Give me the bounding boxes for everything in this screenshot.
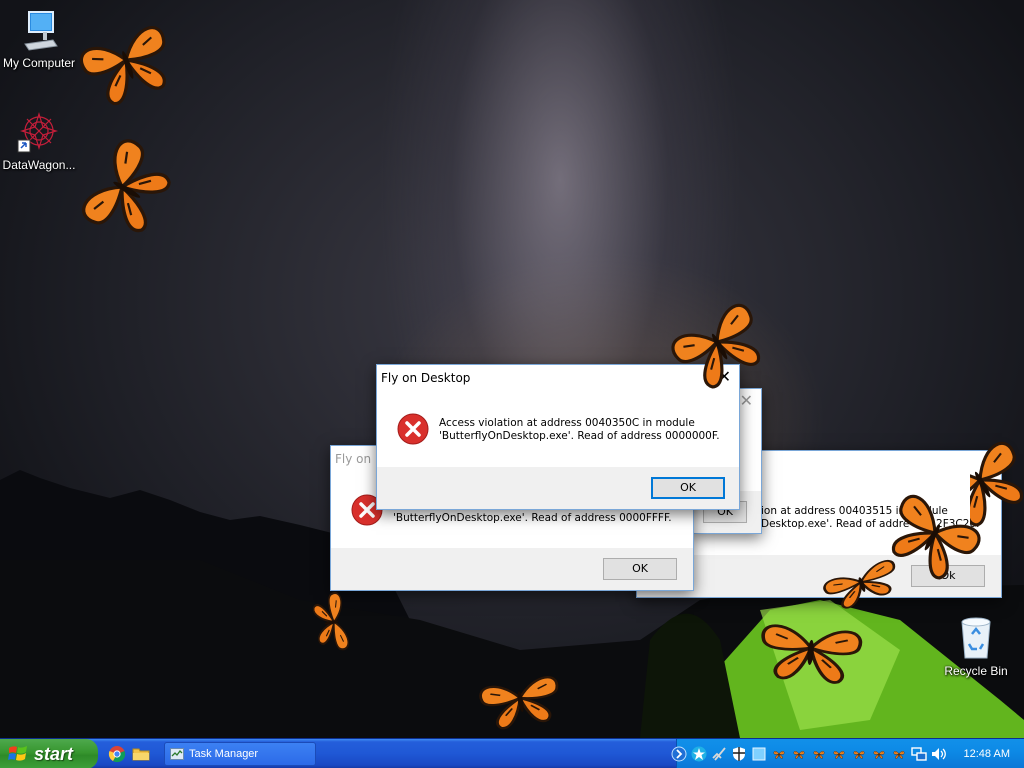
butterfly-sprite — [667, 299, 772, 392]
desktop-icon-datawagon[interactable]: DataWagon... — [0, 110, 78, 172]
dialog-message-line2: 'ButterflyOnDesktop.exe'. Read of addres… — [393, 512, 672, 524]
desktop-icon-recycle-bin[interactable]: Recycle Bin — [937, 614, 1015, 678]
system-tray: 12:48 AM — [671, 739, 1024, 768]
butterfly-tray-icon[interactable] — [831, 746, 847, 762]
start-button[interactable]: start — [0, 739, 98, 768]
volume-icon[interactable] — [931, 746, 947, 762]
desktop-icon-my-computer[interactable]: My Computer — [0, 10, 78, 70]
dialog-body: Access violation at address 0040350C in … — [377, 395, 739, 467]
network-muted-icon[interactable] — [711, 746, 727, 762]
clock[interactable]: 12:48 AM — [964, 739, 1010, 768]
close-icon[interactable]: ✕ — [740, 391, 753, 410]
error-icon — [397, 413, 429, 445]
start-label: start — [34, 744, 74, 764]
folder-icon[interactable] — [132, 745, 150, 763]
taskbar: start Task Manager 12:48 AM — [0, 738, 1024, 768]
task-manager-icon — [170, 748, 184, 760]
task-button-label: Task Manager — [189, 748, 259, 760]
dialog-footer: OK — [331, 548, 693, 590]
recycle-bin-icon — [961, 617, 991, 659]
butterfly-sprite — [477, 674, 565, 733]
desktop-icon-label: DataWagon... — [2, 158, 76, 172]
butterfly-sprite — [77, 134, 172, 242]
computer-icon — [24, 11, 58, 51]
datawagon-shortcut-icon — [17, 111, 59, 153]
butterfly-sprite — [757, 622, 864, 687]
ok-button[interactable]: OK — [603, 558, 677, 580]
dialog-footer: OK — [377, 467, 739, 509]
chrome-icon[interactable] — [108, 745, 126, 763]
butterfly-sprite — [76, 22, 178, 112]
butterfly-tray-icon[interactable] — [851, 746, 867, 762]
expand-arrow-icon[interactable] — [671, 746, 687, 762]
ok-button[interactable]: OK — [651, 477, 725, 499]
butterfly-sprite — [310, 592, 351, 652]
butterfly-tray-icon[interactable] — [871, 746, 887, 762]
desktop-icon-label: Recycle Bin — [944, 664, 1008, 678]
dialog-message-line1: Access violation at address 0040350C in … — [439, 417, 695, 429]
butterfly-tray-icon[interactable] — [771, 746, 787, 762]
taskbar-button-task-manager[interactable]: Task Manager — [164, 742, 316, 766]
dialog-message-line2: 'ButterflyOnDesktop.exe'. Read of addres… — [439, 430, 720, 442]
blue-square-icon[interactable] — [751, 746, 767, 762]
windows-logo-icon — [8, 746, 27, 761]
star-icon[interactable] — [691, 746, 707, 762]
butterfly-tray-icon[interactable] — [791, 746, 807, 762]
desktop-icon-label: My Computer — [2, 56, 76, 70]
shield-icon[interactable] — [731, 746, 747, 762]
butterfly-tray-icon[interactable] — [891, 746, 907, 762]
network-icon[interactable] — [911, 746, 927, 762]
butterfly-tray-icon[interactable] — [811, 746, 827, 762]
butterfly-sprite — [970, 437, 1024, 532]
